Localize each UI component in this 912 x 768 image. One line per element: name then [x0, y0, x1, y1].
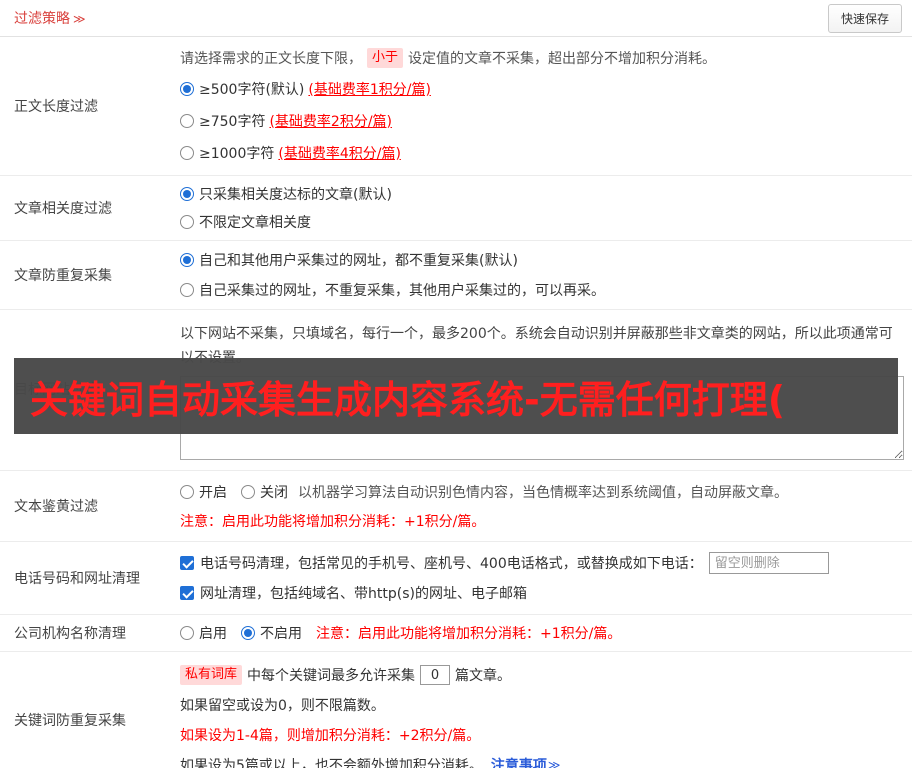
- page-title: 过滤策略 ≫: [14, 8, 86, 28]
- body-length-1000-radio[interactable]: [180, 146, 194, 160]
- option-label: 不限定文章相关度: [199, 215, 311, 231]
- body-length-intro: 请选择需求的正文长度下限， 小于 设定值的文章不采集，超出部分不增加积分消耗。: [180, 43, 904, 73]
- keyword-warning-row: 如果设为1-4篇，则增加积分消耗：+2积分/篇。: [180, 720, 904, 750]
- note-zero: 如果留空或设为0，则不限篇数。: [180, 698, 385, 714]
- collapse-chevron-icon[interactable]: ≫: [73, 12, 86, 26]
- option-label: 只采集相关度达标的文章(默认): [199, 187, 392, 203]
- url-clean-checkbox[interactable]: [180, 586, 194, 600]
- option-note: (基础费率1积分/篇): [308, 82, 431, 98]
- section-label: 公司机构名称清理: [14, 626, 126, 642]
- section-keyword-dedup: 关键词防重复采集 私有词库 中每个关键词最多允许采集 篇文章。 如果留空或设为0…: [0, 652, 912, 768]
- porn-filter-on-radio[interactable]: [180, 485, 194, 499]
- intro-text-after: 设定值的文章不采集，超出部分不增加积分消耗。: [408, 51, 717, 67]
- checkbox-row: 网址清理，包括纯域名、带http(s)的网址、电子邮箱: [180, 578, 904, 608]
- section-porn-filter: 文本鉴黄过滤 开启 关闭 以机器学习算法自动识别色情内容，当色情概率达到系统阈值…: [0, 471, 912, 542]
- option-label: 不启用: [260, 626, 302, 642]
- relevance-any-radio[interactable]: [180, 215, 194, 229]
- section-dedup: 文章防重复采集 自己和其他用户采集过的网址，都不重复采集(默认) 自己采集过的网…: [0, 241, 912, 310]
- option-row: ≥500字符(默认) (基础费率1积分/篇): [180, 73, 904, 105]
- note-one-to-four: 如果设为1-4篇，则增加积分消耗：+2积分/篇。: [180, 728, 481, 744]
- less-than-tag: 小于: [367, 48, 404, 68]
- option-label: 关闭: [260, 485, 288, 501]
- keyword-limit-row: 私有词库 中每个关键词最多允许采集 篇文章。: [180, 660, 904, 690]
- checkbox-row: 电话号码清理，包括常见的手机号、座机号、400电话格式，或替换成如下电话：: [180, 548, 904, 578]
- option-row: ≥1000字符 (基础费率4积分/篇): [180, 137, 904, 169]
- checkbox-label: 网址清理，包括纯域名、带http(s)的网址、电子邮箱: [200, 586, 527, 602]
- dedup-all-users-radio[interactable]: [180, 253, 194, 267]
- option-row: 自己采集过的网址，不重复采集，其他用户采集过的，可以再采。: [180, 275, 904, 305]
- quick-save-button[interactable]: 快速保存: [827, 3, 902, 33]
- option-label: ≥750字符: [199, 114, 266, 130]
- section-phone-url-clean: 电话号码和网址清理 电话号码清理，包括常见的手机号、座机号、400电话格式，或替…: [0, 542, 912, 615]
- page-title-text: 过滤策略: [14, 11, 70, 27]
- porn-filter-description: 以机器学习算法自动识别色情内容，当色情概率达到系统阈值，自动屏蔽文章。: [298, 485, 788, 501]
- option-label: 自己和其他用户采集过的网址，都不重复采集(默认): [199, 253, 518, 269]
- section-label: 文章相关度过滤: [14, 201, 112, 217]
- link-chevron-icon[interactable]: ≫: [548, 758, 561, 768]
- section-company-clean: 公司机构名称清理 启用 不启用 注意：启用此功能将增加积分消耗：+1积分/篇。: [0, 615, 912, 652]
- phone-clean-checkbox[interactable]: [180, 556, 194, 570]
- option-row: 不限定文章相关度: [180, 208, 904, 236]
- section-label: 关键词防重复采集: [14, 713, 126, 729]
- option-label: 启用: [199, 626, 227, 642]
- intro-text-before: 请选择需求的正文长度下限，: [180, 51, 362, 67]
- private-lexicon-tag: 私有词库: [180, 665, 243, 685]
- section-label: 正文长度过滤: [14, 99, 98, 115]
- top-bar: 过滤策略 ≫ 快速保存: [0, 0, 912, 37]
- porn-filter-warning: 注意：启用此功能将增加积分消耗：+1积分/篇。: [180, 514, 486, 530]
- limit-text-after: 篇文章。: [455, 668, 512, 684]
- porn-filter-off-radio[interactable]: [241, 485, 255, 499]
- keyword-note-row: 如果留空或设为0，则不限篇数。: [180, 690, 904, 720]
- dedup-self-only-radio[interactable]: [180, 283, 194, 297]
- note-five-plus: 如果设为5篇或以上，也不会额外增加积分消耗。: [180, 758, 483, 768]
- warning-row: 注意：启用此功能将增加积分消耗：+1积分/篇。: [180, 507, 904, 535]
- option-row: 自己和其他用户采集过的网址，都不重复采集(默认): [180, 245, 904, 275]
- body-length-750-radio[interactable]: [180, 114, 194, 128]
- body-length-500-radio[interactable]: [180, 82, 194, 96]
- option-row: 开启 关闭 以机器学习算法自动识别色情内容，当色情概率达到系统阈值，自动屏蔽文章…: [180, 477, 904, 507]
- section-label: 电话号码和网址清理: [14, 571, 140, 587]
- limit-text-before: 中每个关键词最多允许采集: [247, 668, 416, 684]
- option-note: (基础费率4积分/篇): [278, 146, 401, 162]
- option-label: ≥500字符(默认): [199, 82, 305, 98]
- option-row: 只采集相关度达标的文章(默认): [180, 180, 904, 208]
- phone-replace-input[interactable]: [708, 552, 829, 574]
- relevance-strict-radio[interactable]: [180, 187, 194, 201]
- section-relevance: 文章相关度过滤 只采集相关度达标的文章(默认) 不限定文章相关度: [0, 176, 912, 241]
- notes-link[interactable]: 注意事项: [491, 755, 547, 768]
- company-clean-warning: 注意：启用此功能将增加积分消耗：+1积分/篇。: [316, 626, 622, 642]
- checkbox-label: 电话号码清理，包括常见的手机号、座机号、400电话格式，或替换成如下电话：: [200, 556, 703, 572]
- company-clean-enable-radio[interactable]: [180, 626, 194, 640]
- watermark-overlay: 关键词自动采集生成内容系统-无需任何打理(: [14, 358, 898, 434]
- option-row: 启用 不启用 注意：启用此功能将增加积分消耗：+1积分/篇。: [180, 619, 904, 647]
- company-clean-disable-radio[interactable]: [241, 626, 255, 640]
- option-label: 开启: [199, 485, 227, 501]
- option-row: ≥750字符 (基础费率2积分/篇): [180, 105, 904, 137]
- option-label: 自己采集过的网址，不重复采集，其他用户采集过的，可以再采。: [199, 283, 605, 299]
- option-note: (基础费率2积分/篇): [269, 114, 393, 130]
- section-label: 文本鉴黄过滤: [14, 499, 98, 515]
- keyword-note-row: 如果设为5篇或以上，也不会额外增加积分消耗。 注意事项 ≫: [180, 750, 904, 768]
- option-label: ≥1000字符: [199, 146, 275, 162]
- section-body-length: 正文长度过滤 请选择需求的正文长度下限， 小于 设定值的文章不采集，超出部分不增…: [0, 37, 912, 176]
- max-articles-input[interactable]: [420, 665, 451, 685]
- section-label: 文章防重复采集: [14, 268, 112, 284]
